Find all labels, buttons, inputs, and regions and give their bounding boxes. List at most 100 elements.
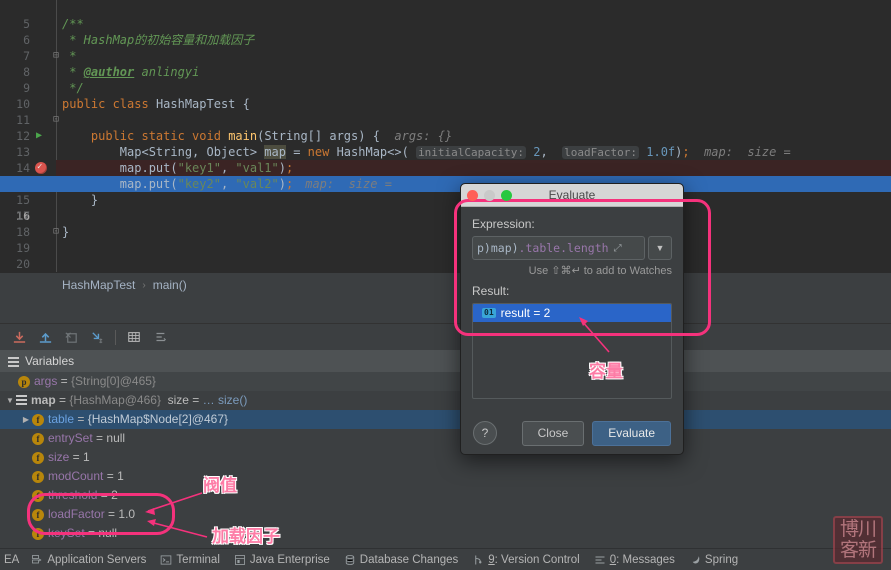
inlay-load-factor: loadFactor: <box>562 146 640 159</box>
breadcrumb[interactable]: HashMapTest › main() <box>0 272 891 297</box>
code-editor[interactable]: 5 6 ⊟ /** 7 * HashMap的初始容量和加载因子 8 * 9 * … <box>0 0 891 272</box>
code-comment: /** <box>62 17 84 31</box>
javaee-icon <box>234 554 246 566</box>
annotation-label-capacity: 容量 <box>589 362 623 382</box>
evaluate-button[interactable]: Evaluate <box>592 420 671 446</box>
variable-value: 1.0 <box>118 507 136 521</box>
close-button[interactable]: Close <box>521 420 585 446</box>
variable-value: null <box>98 526 118 540</box>
list-item[interactable]: ▶ f table = {HashMap$Node[2]@467} <box>0 410 891 429</box>
variable-size-label: size = <box>167 393 200 407</box>
variable-value: 2 <box>111 488 118 502</box>
minimize-window-icon[interactable] <box>484 189 495 201</box>
result-tree[interactable]: 01 result = 2 <box>472 303 672 399</box>
variable-name: size <box>48 450 70 464</box>
variable-size-value[interactable]: … size() <box>203 393 248 407</box>
list-item[interactable]: f modCount = 1 <box>0 467 891 486</box>
status-item-label: Terminal <box>176 553 220 566</box>
sort-icon[interactable] <box>147 326 173 348</box>
maximize-window-icon[interactable] <box>501 189 512 201</box>
mute-breakpoints-icon[interactable] <box>58 326 84 348</box>
dialog-button-bar[interactable]: ? Close Evaluate <box>461 412 683 454</box>
breadcrumb-method[interactable]: main() <box>153 278 187 292</box>
field-badge-icon: f <box>32 508 44 521</box>
status-item-label-rest: : Version Control <box>494 553 580 566</box>
field-badge-icon: f <box>32 451 44 464</box>
debugger-toolbar[interactable] <box>0 323 891 350</box>
list-item[interactable]: f keySet = null <box>0 524 891 543</box>
line-number: 20 <box>16 257 30 272</box>
code-text: public static void main(String[] args) {… <box>90 129 453 143</box>
close-window-icon[interactable] <box>467 189 478 201</box>
expression-label: Expression: <box>472 217 535 231</box>
inlay-map-size-hint: map: size = <box>305 177 392 191</box>
status-item-label: 0: Messages <box>610 554 675 566</box>
list-item[interactable]: f loadFactor = 1.0 <box>0 505 891 524</box>
variable-name: map <box>31 393 56 407</box>
database-icon <box>344 554 356 566</box>
expression-text: p)map).table.length <box>477 241 609 255</box>
variable-name: threshold <box>48 488 98 502</box>
variables-title: Variables <box>25 354 75 368</box>
list-item[interactable]: f size = 1 <box>0 448 891 467</box>
expand-editor-icon[interactable]: ⤢ <box>614 243 622 254</box>
status-item-label: Java Enterprise <box>249 553 330 566</box>
variable-name: modCount <box>48 469 104 483</box>
collection-icon <box>16 395 27 406</box>
breadcrumb-class[interactable]: HashMapTest <box>62 278 135 292</box>
status-item-label-rest: : Messages <box>616 553 675 566</box>
jump-to-source-icon[interactable] <box>84 326 110 348</box>
status-item-messages[interactable]: 0: Messages <box>594 554 675 566</box>
list-item[interactable]: f threshold = 2 <box>0 486 891 505</box>
expression-history-dropdown[interactable]: ▼ <box>648 236 672 260</box>
variables-tree[interactable]: p args = {String[0]@465} ▼ map = {HashMap@… <box>0 372 891 548</box>
code-text: } <box>62 193 99 207</box>
table-view-icon[interactable] <box>121 326 147 348</box>
expression-suffix: .table.length <box>518 241 609 255</box>
status-item-label: Spring <box>704 553 739 566</box>
field-badge-icon: f <box>32 413 44 426</box>
code-comment-author: * @author anlingyi <box>62 65 200 79</box>
export-icon[interactable] <box>32 326 58 348</box>
variables-icon <box>8 356 19 367</box>
breakpoint-icon[interactable] <box>35 159 47 175</box>
field-badge-icon: f <box>32 470 44 483</box>
chevron-down-icon[interactable]: ▼ <box>4 391 16 410</box>
status-item-label: Database Changes <box>359 553 459 566</box>
status-item-java-enterprise[interactable]: Java Enterprise <box>234 554 330 566</box>
dialog-titlebar[interactable]: Evaluate <box>461 184 683 207</box>
list-item[interactable]: p args = {String[0]@465} <box>0 372 891 391</box>
watermark-seal: 博川 客新 <box>833 516 883 564</box>
code-text: Map<String, Object> map = new HashMap<>(… <box>62 145 791 159</box>
status-item-database-changes[interactable]: Database Changes <box>344 554 458 566</box>
list-item[interactable]: f entrySet = null <box>0 429 891 448</box>
evaluate-dialog[interactable]: Evaluate Expression: p)map).table.length… <box>460 183 684 455</box>
status-item-application-servers[interactable]: Application Servers <box>31 554 146 566</box>
watermark-line2: 客新 <box>839 539 877 561</box>
chevron-right-icon[interactable]: ▶ <box>20 410 32 429</box>
code-text: map.put("key2", "val2"); map: size = <box>62 177 392 191</box>
field-badge-icon: f <box>32 432 44 445</box>
expression-prefix: p)map) <box>477 241 519 255</box>
status-item-version-control[interactable]: 9: Version Control <box>472 554 580 566</box>
server-icon <box>31 554 43 566</box>
breadcrumb-separator-icon: › <box>142 279 146 291</box>
status-item-spring[interactable]: Spring <box>689 554 738 566</box>
result-row[interactable]: 01 result = 2 <box>473 304 671 322</box>
code-text: map.put("key1", "val1"); <box>62 161 294 175</box>
variable-value: {HashMap$Node[2]@467} <box>87 412 228 426</box>
restore-layout-icon[interactable] <box>6 326 32 348</box>
list-item[interactable]: ▼ map = {HashMap@466} size = … size() <box>0 391 891 410</box>
field-badge-icon: f <box>32 489 44 502</box>
code-comment: */ <box>62 81 84 95</box>
variable-value: null <box>106 431 126 445</box>
primitive-badge-icon: 01 <box>482 308 496 318</box>
expression-input[interactable]: p)map).table.length ⤢ <box>472 236 645 260</box>
status-item-terminal[interactable]: Terminal <box>160 553 220 566</box>
variable-name: args <box>34 374 58 388</box>
variables-panel-header[interactable]: Variables <box>0 350 891 372</box>
status-item-label: 9: Version Control <box>488 554 579 566</box>
help-button[interactable]: ? <box>473 421 497 445</box>
status-bar[interactable]: EA Application Servers Terminal Java Ent… <box>0 548 891 570</box>
field-badge-icon: f <box>32 527 44 540</box>
